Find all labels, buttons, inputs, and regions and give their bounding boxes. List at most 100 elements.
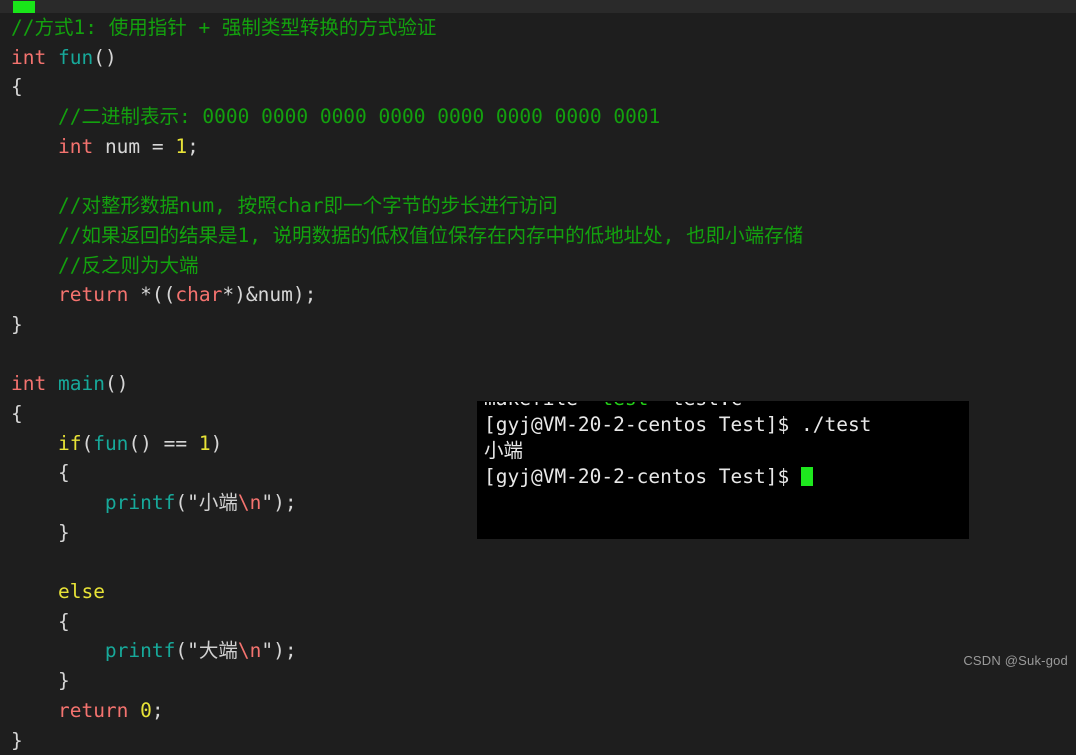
code-token: ) [211,432,223,455]
code-token: { [11,402,23,425]
code-line[interactable] [0,547,1076,577]
code-token: return [58,283,128,306]
code-token: int [11,372,46,395]
code-token [164,135,176,158]
code-token: //如果返回的结果是1, 说明数据的低权值位保存在内存中的低地址处, 也即小端存… [58,224,803,247]
code-token: } [11,313,23,336]
code-indent [11,105,58,128]
code-indent [11,283,58,306]
code-token: main [58,372,105,395]
code-line[interactable]: int fun() [0,43,1076,73]
code-token: () [105,372,128,395]
code-token: return [58,699,128,722]
code-token [46,372,58,395]
terminal-line: [gyj@VM-20-2-centos Test]$ ./test [484,412,871,438]
code-line[interactable]: else [0,577,1076,607]
code-line[interactable]: } [0,310,1076,340]
code-indent [11,639,105,662]
terminal-line: makefile test test.c [484,402,871,412]
code-indent [11,491,105,514]
terminal-window[interactable]: makefile test test.c[gyj@VM-20-2-centos … [478,402,968,538]
code-token: //反之则为大端 [58,254,198,277]
code-token: } [58,669,70,692]
code-token: = [152,135,164,158]
code-token [46,46,58,69]
code-indent [11,432,58,455]
code-token: { [11,75,23,98]
code-token: 1 [175,135,187,158]
code-indent [11,461,58,484]
code-token: num [258,283,293,306]
code-indent [11,521,58,544]
code-token: "); [261,491,296,514]
terminal-text: test.c [648,402,742,410]
terminal-output: makefile test test.c[gyj@VM-20-2-centos … [484,402,871,538]
code-indent [11,610,58,633]
code-token: "); [261,639,296,662]
code-token: fun [58,46,93,69]
code-token: *(( [128,283,175,306]
code-editor[interactable]: //方式1: 使用指针 + 强制类型转换的方式验证int fun(){ //二进… [0,0,1076,674]
code-indent [11,254,58,277]
code-area[interactable]: //方式1: 使用指针 + 强制类型转换的方式验证int fun(){ //二进… [0,13,1076,755]
code-line[interactable]: } [0,726,1076,755]
terminal-line [484,516,871,538]
terminal-line: 小端 [484,438,871,464]
code-token: { [58,461,70,484]
code-line[interactable]: return 0; [0,696,1076,726]
code-token: } [58,521,70,544]
watermark: CSDN @Suk-god [963,653,1068,668]
code-token: \n [238,639,261,662]
code-token: char [175,283,222,306]
code-line[interactable]: int num = 1; [0,132,1076,162]
code-line[interactable]: int main() [0,369,1076,399]
terminal-text: [gyj@VM-20-2-centos Test]$ ./test [484,413,871,436]
code-token: //对整形数据num, 按照char即一个字节的步长进行访问 [58,194,558,217]
code-token: ); [293,283,316,306]
code-indent [11,699,58,722]
code-line[interactable]: //反之则为大端 [0,251,1076,281]
code-token: printf [105,639,175,662]
terminal-text: 小端 [484,439,523,462]
code-line[interactable]: //对整形数据num, 按照char即一个字节的步长进行访问 [0,191,1076,221]
code-token: () == [128,432,198,455]
code-line[interactable]: //如果返回的结果是1, 说明数据的低权值位保存在内存中的低地址处, 也即小端存… [0,221,1076,251]
code-line[interactable] [0,161,1076,191]
code-token: (" [175,491,198,514]
code-token: ; [152,699,164,722]
code-line[interactable]: { [0,607,1076,637]
code-token: (" [175,639,198,662]
code-line[interactable]: return *((char*)&num); [0,280,1076,310]
code-indent [11,194,58,217]
code-line[interactable] [0,340,1076,370]
terminal-line [484,490,871,516]
code-token: //二进制表示: 0000 0000 0000 0000 0000 0000 0… [58,105,660,128]
code-token: int [58,135,93,158]
code-line[interactable]: } [0,666,1076,696]
code-token: fun [93,432,128,455]
code-line[interactable]: { [0,72,1076,102]
code-token: 小端 [199,491,238,514]
code-token: 大端 [199,639,238,662]
terminal-text: [gyj@VM-20-2-centos Test]$ [484,465,801,488]
code-token: num [93,135,152,158]
code-token: //方式1: 使用指针 + 强制类型转换的方式验证 [11,16,436,39]
code-token: 1 [199,432,211,455]
code-token: ( [81,432,93,455]
terminal-text: makefile [484,402,601,410]
current-line-highlight [0,0,1076,13]
code-indent [11,135,58,158]
code-line[interactable]: //二进制表示: 0000 0000 0000 0000 0000 0000 0… [0,102,1076,132]
code-token: { [58,610,70,633]
code-token: } [11,729,23,752]
code-token: \n [238,491,261,514]
code-token: if [58,432,81,455]
code-line[interactable]: //方式1: 使用指针 + 强制类型转换的方式验证 [0,13,1076,43]
code-token: 0 [140,699,152,722]
terminal-text: test [601,402,648,410]
code-token: int [11,46,46,69]
code-line[interactable]: printf("大端\n"); [0,636,1076,666]
terminal-cursor [801,467,813,486]
code-indent [11,669,58,692]
text-caret [13,1,35,13]
